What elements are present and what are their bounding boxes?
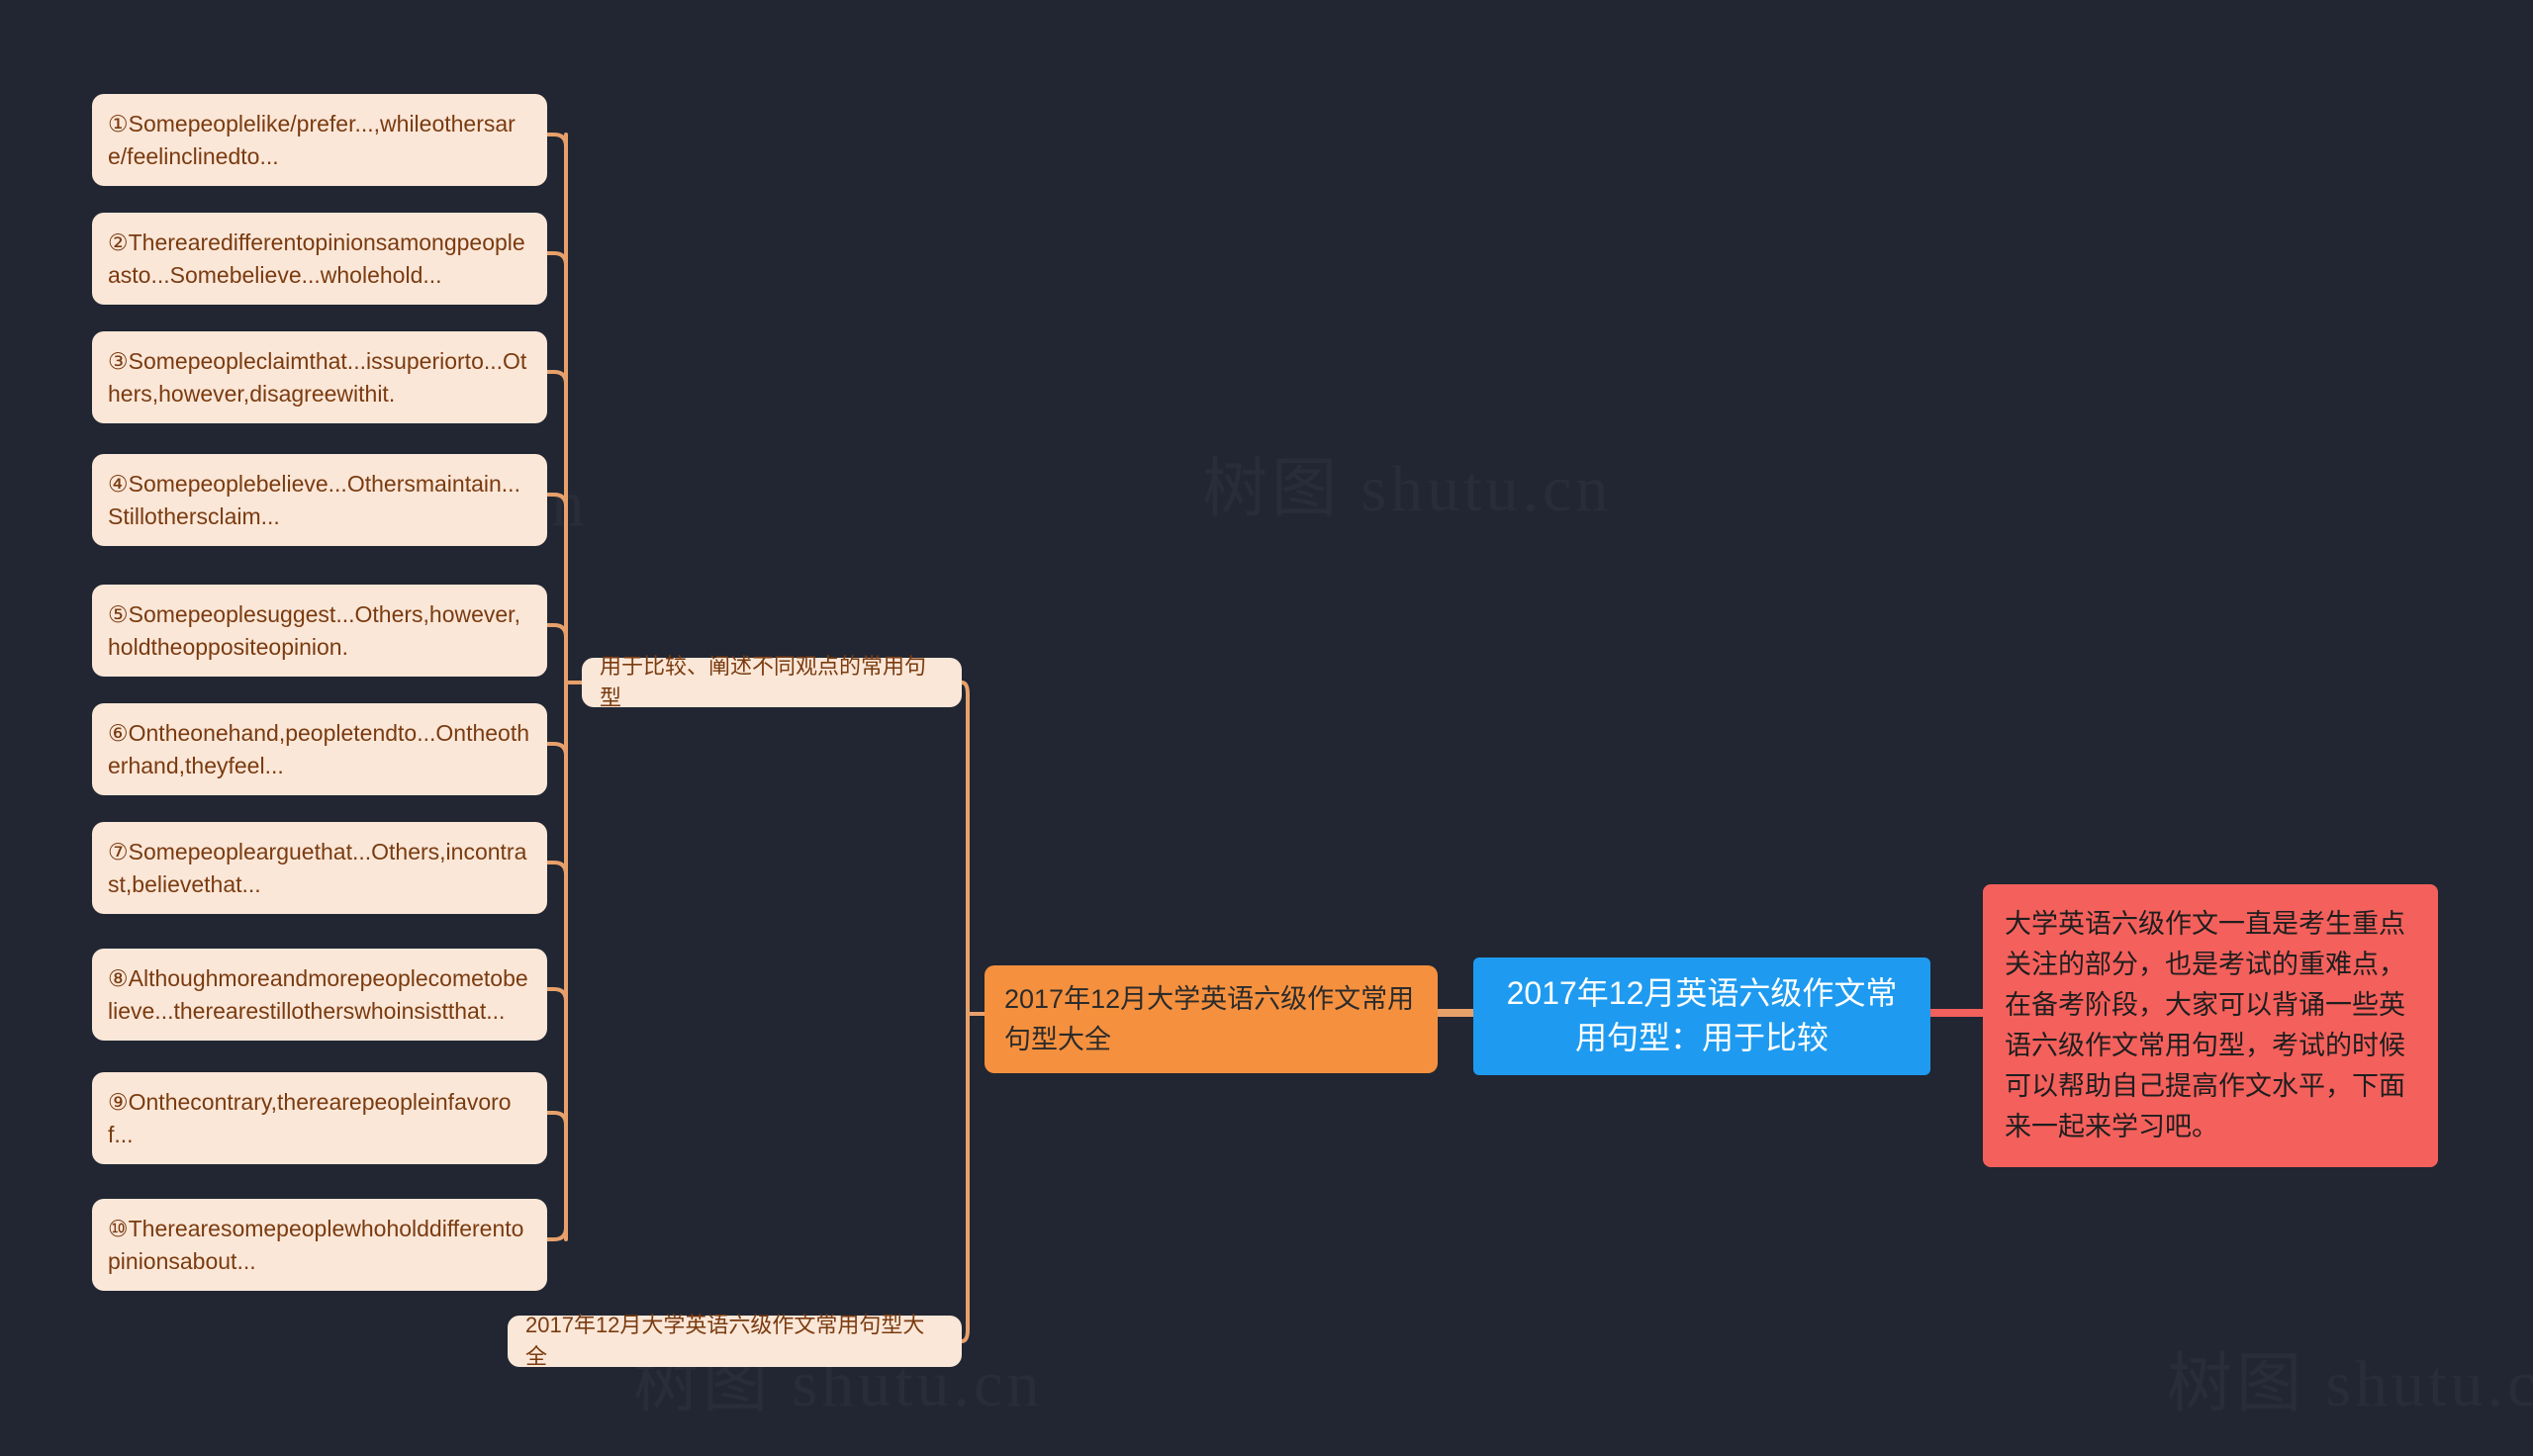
sub-branch-comparison[interactable]: 用于比较、阐述不同观点的常用句型 (582, 654, 962, 710)
list-item[interactable]: ⑦Somepeoplearguethat...Others,incontrast… (92, 822, 547, 915)
leaf-label: ⑤Somepeoplesuggest...Others,however,hold… (108, 601, 520, 660)
list-item[interactable]: ④Somepeoplebelieve...Othersmaintain...St… (92, 454, 547, 547)
list-item[interactable]: ③Somepeopleclaimthat...issuperiorto...Ot… (92, 331, 547, 424)
list-item[interactable]: ②Therearedifferentopinionsamongpeopleast… (92, 213, 547, 306)
main-branch-node[interactable]: 2017年12月大学英语六级作文常用句型大全 (985, 965, 1438, 1073)
leaf-label: ①Somepeoplelike/prefer...,whileothersare… (108, 111, 516, 169)
leaf-label: ⑨Onthecontrary,therearepeopleinfavorof..… (108, 1089, 512, 1147)
watermark: 树图 shutu.cn (1202, 435, 1612, 530)
list-item[interactable]: ⑩Therearesomepeoplewhoholddifferentopini… (92, 1199, 547, 1292)
list-item[interactable]: ①Somepeoplelike/prefer...,whileothersare… (92, 94, 547, 187)
leaf-label: ③Somepeopleclaimthat...issuperiorto...Ot… (108, 348, 527, 407)
leaf-label: ⑥Ontheonehand,peopletendto...Ontheotherh… (108, 720, 530, 778)
center-topic-node[interactable]: 2017年12月英语六级作文常用句型：用于比较 (1473, 957, 1930, 1075)
list-item[interactable]: ⑨Onthecontrary,therearepeopleinfavorof..… (92, 1072, 547, 1165)
leaf-label: ⑧Althoughmoreandmorepeoplecometobelieve.… (108, 965, 528, 1024)
list-item[interactable]: ⑧Althoughmoreandmorepeoplecometobelieve.… (92, 949, 547, 1042)
sub-branch-label: 用于比较、阐述不同观点的常用句型 (600, 654, 927, 710)
mindmap-canvas: 树图 shutu.cn 树图 shutu.cn 树图 shutu.cn 树图 s… (0, 0, 2533, 1456)
list-item[interactable]: ⑤Somepeoplesuggest...Others,however,hold… (92, 585, 547, 678)
center-topic-title: 2017年12月英语六级作文常用句型：用于比较 (1506, 975, 1898, 1056)
description-node[interactable]: 大学英语六级作文一直是考生重点关注的部分，也是考试的重难点，在备考阶段，大家可以… (1983, 884, 2438, 1168)
leaf-label: ⑩Therearesomepeoplewhoholddifferentopini… (108, 1216, 524, 1274)
list-item[interactable]: ⑥Ontheonehand,peopletendto...Ontheotherh… (92, 703, 547, 796)
main-branch-label: 2017年12月大学英语六级作文常用句型大全 (1004, 984, 1415, 1054)
watermark: 树图 shutu.cn (2167, 1330, 2533, 1425)
sub-branch-collection[interactable]: 2017年12月大学英语六级作文常用句型大全 (508, 1313, 962, 1369)
description-text: 大学英语六级作文一直是考生重点关注的部分，也是考试的重难点，在备考阶段，大家可以… (2005, 909, 2405, 1142)
leaf-label: ⑦Somepeoplearguethat...Others,incontrast… (108, 839, 527, 897)
leaf-label: ②Therearedifferentopinionsamongpeopleast… (108, 229, 525, 288)
sub-branch-label: 2017年12月大学英语六级作文常用句型大全 (525, 1313, 925, 1369)
leaf-label: ④Somepeoplebelieve...Othersmaintain...St… (108, 471, 520, 529)
